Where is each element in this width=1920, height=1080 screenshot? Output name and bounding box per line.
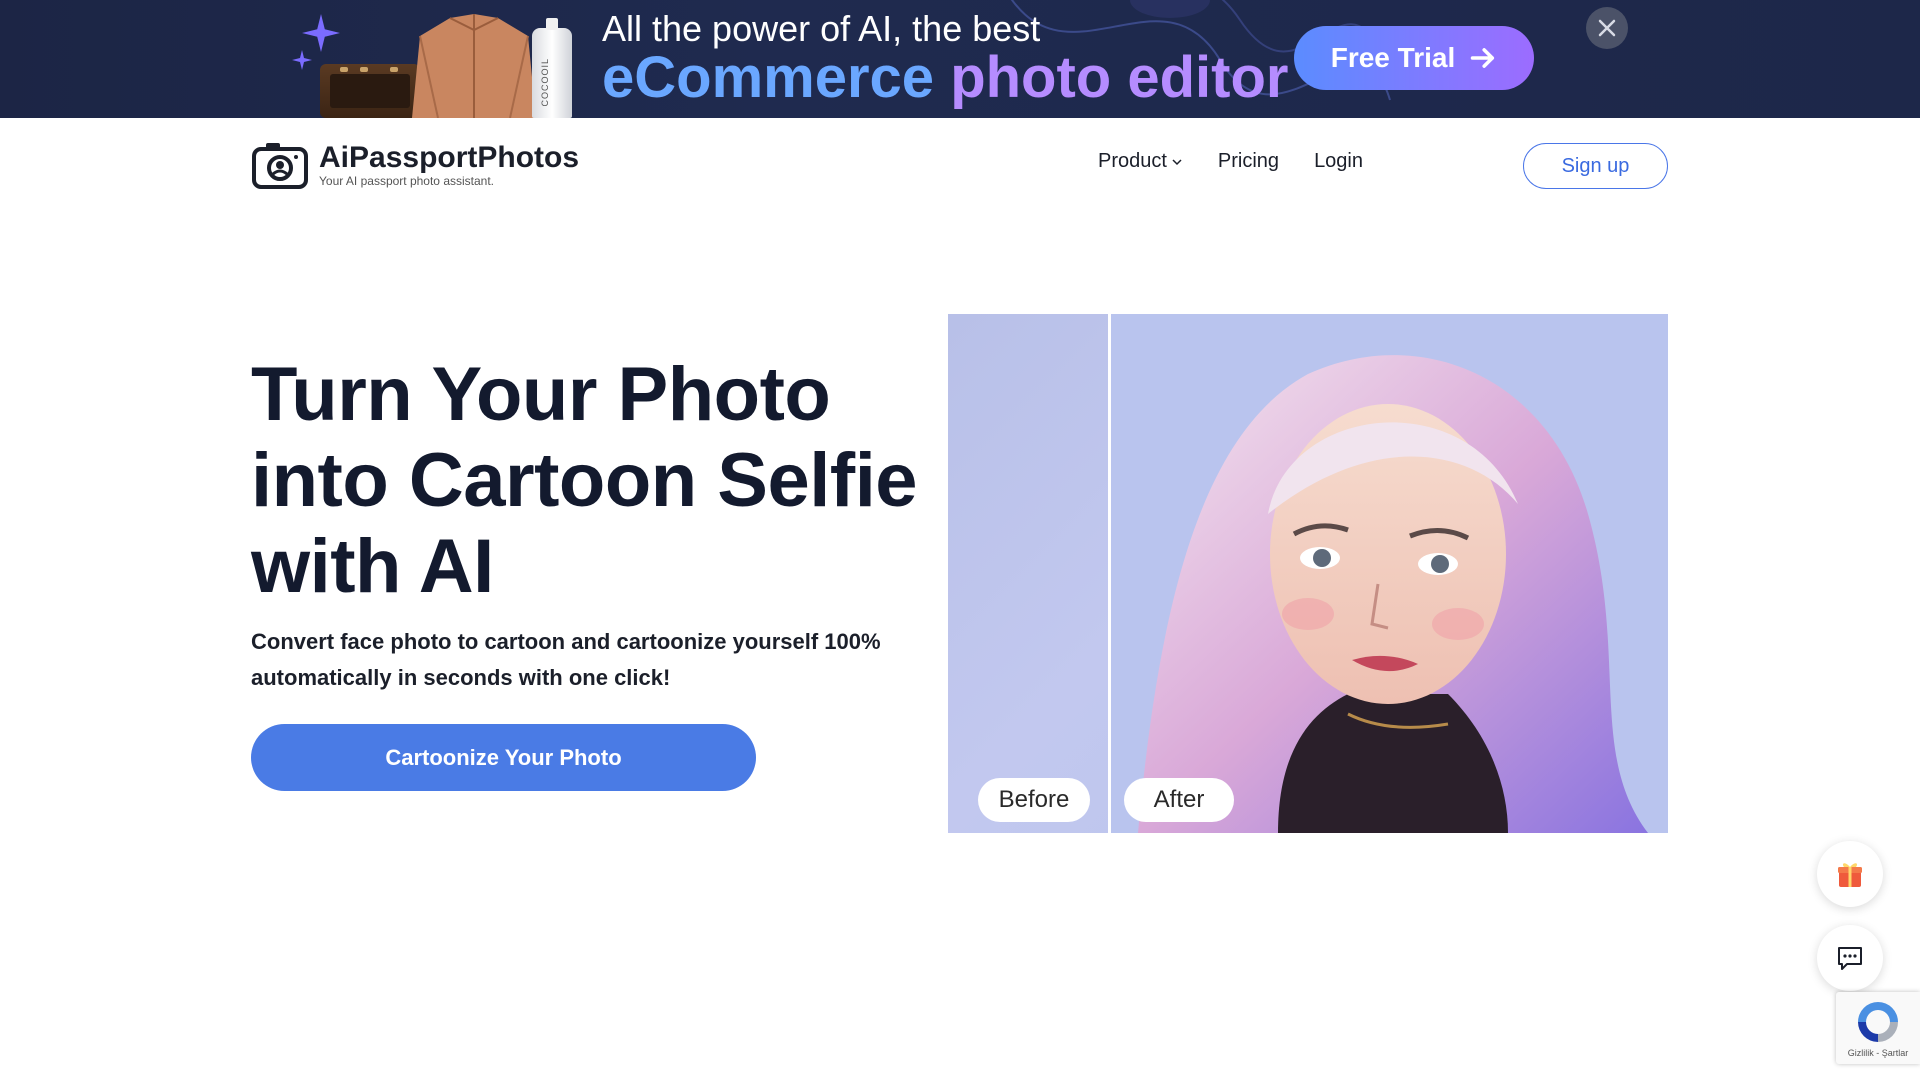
promo-product-part1: eCommerce xyxy=(602,45,935,110)
gift-icon xyxy=(1838,863,1862,887)
before-label: Before xyxy=(978,778,1090,822)
signup-button[interactable]: Sign up xyxy=(1523,143,1668,189)
chevron-down-icon xyxy=(1172,158,1182,165)
sparkle-small-icon xyxy=(292,50,312,70)
site-logo[interactable]: AiPassportPhotos Your AI passport photo … xyxy=(251,140,579,190)
brand-name: AiPassportPhotos xyxy=(319,141,580,174)
main-nav: Product Pricing Login xyxy=(1098,150,1363,173)
nav-login[interactable]: Login xyxy=(1314,150,1363,173)
recaptcha-badge[interactable]: Gizlilik - Şartlar xyxy=(1836,992,1920,1064)
chat-icon xyxy=(1838,947,1862,970)
product-radio-image xyxy=(320,64,420,118)
compare-divider-handle[interactable] xyxy=(1108,314,1111,833)
recaptcha-links[interactable]: Gizlilik - Şartlar xyxy=(1836,1048,1920,1058)
promo-product-name: eCommerce photo editor xyxy=(602,44,1288,111)
nav-product-label: Product xyxy=(1097,150,1167,172)
cartoon-portrait-image xyxy=(1108,314,1668,833)
nav-pricing[interactable]: Pricing xyxy=(1218,150,1279,173)
promo-banner: COCOOIL All the power of AI, the best eC… xyxy=(0,0,1920,118)
bottle-label: COCOOIL xyxy=(540,58,550,107)
free-trial-label: Free Trial xyxy=(1330,42,1456,73)
after-label: After xyxy=(1124,778,1234,822)
arrow-right-icon xyxy=(1471,48,1495,68)
product-jacket-image xyxy=(412,14,536,118)
cartoonize-button[interactable]: Cartoonize Your Photo xyxy=(251,724,756,791)
camera-logo-icon xyxy=(252,143,308,189)
site-header: AiPassportPhotos Your AI passport photo … xyxy=(0,118,1920,214)
before-after-image[interactable]: Before After xyxy=(948,314,1668,833)
promo-product-part2: photo editor xyxy=(950,45,1289,110)
free-trial-button[interactable]: Free Trial xyxy=(1294,26,1534,90)
recaptcha-icon xyxy=(1858,1002,1898,1042)
close-banner-button[interactable] xyxy=(1586,7,1628,49)
hero-subtitle: Convert face photo to cartoon and cartoo… xyxy=(251,629,881,690)
nav-product[interactable]: Product xyxy=(1098,150,1183,173)
sparkle-icon xyxy=(302,14,340,52)
close-icon xyxy=(1598,19,1616,37)
gift-button[interactable] xyxy=(1817,841,1883,907)
chat-button[interactable] xyxy=(1817,925,1883,991)
product-bottle-image: COCOOIL xyxy=(532,18,572,118)
hero-title: Turn Your Photo into Cartoon Selfie with… xyxy=(251,352,918,609)
brand-tagline: Your AI passport photo assistant. xyxy=(319,174,495,188)
